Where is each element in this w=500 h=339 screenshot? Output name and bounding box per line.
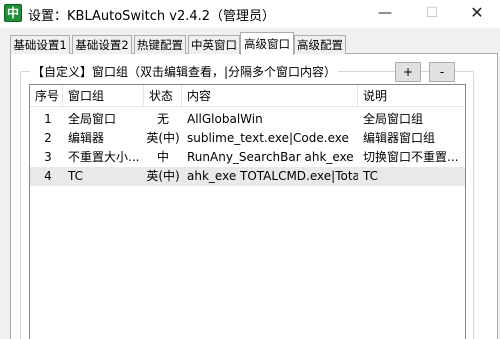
window-title: 设置：KBLAutoSwitch v2.4.2（管理员）	[28, 9, 276, 24]
cell-description: 全局窗口组	[363, 112, 424, 126]
cell-window-group: TC	[68, 169, 84, 183]
cell-description: TC	[363, 169, 379, 183]
header-state[interactable]: 状态	[144, 85, 182, 107]
group-title: 【自定义】窗口组（双击编辑查看，|分隔多个窗口内容）	[30, 63, 339, 80]
header-content[interactable]: 内容	[182, 85, 358, 107]
table-row[interactable]: 1 全局窗口 无 AllGlobalWin 全局窗口组	[30, 110, 465, 129]
cell-description: 编辑器窗口组	[363, 131, 436, 145]
cell-state: 中	[156, 150, 169, 164]
cell-no: 4	[44, 169, 52, 183]
cell-no: 3	[44, 150, 52, 164]
cell-state: 英(中)	[146, 131, 180, 145]
table-row[interactable]: 3 不重置大小... 中 RunAny_SearchBar ahk_exe R.…	[30, 148, 465, 167]
title-bar: 中 设置：KBLAutoSwitch v2.4.2（管理员） — ☐ ✕	[0, 0, 500, 28]
app-icon: 中	[4, 4, 22, 22]
cell-content: sublime_text.exe|Code.exe	[187, 131, 349, 145]
header-window-group[interactable]: 窗口组	[63, 85, 144, 107]
cell-state: 英(中)	[146, 169, 180, 183]
tab-hotkey-config[interactable]: 热键配置	[134, 35, 186, 54]
add-button[interactable]: +	[395, 62, 421, 82]
remove-button[interactable]: -	[429, 62, 455, 82]
header-no[interactable]: 序号	[30, 85, 63, 107]
tab-advanced-window[interactable]: 高级窗口	[240, 32, 294, 55]
table-row[interactable]: 2 编辑器 英(中) sublime_text.exe|Code.exe 编辑器…	[30, 129, 465, 148]
cell-content: ahk_exe TOTALCMD.exe|Tota...	[187, 169, 358, 183]
header-description[interactable]: 说明	[358, 85, 465, 107]
maximize-button[interactable]: ☐	[417, 2, 447, 24]
minimize-button[interactable]: —	[370, 2, 400, 24]
cell-window-group: 编辑器	[68, 131, 105, 145]
cell-window-group: 不重置大小...	[68, 150, 140, 164]
list-header: 序号 窗口组 状态 内容 说明	[30, 85, 465, 107]
close-button[interactable]: ✕	[462, 2, 492, 24]
cell-content: AllGlobalWin	[187, 112, 263, 126]
tab-basic-settings-2[interactable]: 基础设置2	[72, 35, 132, 54]
cell-no: 1	[44, 112, 52, 126]
table-row-selected[interactable]: 4 TC 英(中) ahk_exe TOTALCMD.exe|Tota... T…	[30, 167, 465, 186]
tab-advanced-config[interactable]: 高级配置	[294, 35, 346, 54]
cell-no: 2	[44, 131, 52, 145]
tab-cn-en-window[interactable]: 中英窗口	[188, 35, 240, 54]
tab-basic-settings-1[interactable]: 基础设置1	[10, 35, 70, 54]
cell-state: 无	[156, 112, 169, 126]
window-group-list[interactable]: 序号 窗口组 状态 内容 说明 1 全局窗口 无 AllGlobalWin 全局…	[29, 84, 466, 339]
cell-description: 切换窗口不重置...	[363, 150, 459, 164]
cell-content: RunAny_SearchBar ahk_exe R...	[187, 150, 358, 164]
cell-window-group: 全局窗口	[68, 112, 117, 126]
